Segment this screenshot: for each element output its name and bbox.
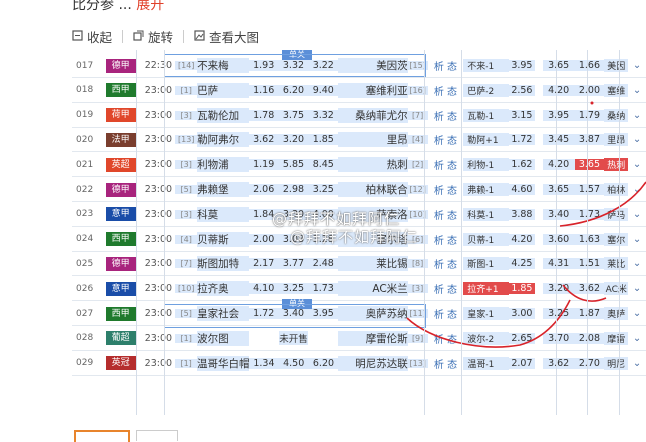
column-divider (556, 50, 557, 415)
column-divider (424, 50, 425, 415)
thumbnail-selected[interactable] (74, 430, 130, 442)
annotation-curve (562, 284, 607, 302)
column-divider (619, 50, 620, 415)
column-divider (587, 50, 588, 415)
annotation-curve (559, 181, 646, 227)
annotation-dot (590, 101, 594, 105)
annotation-curve (406, 299, 571, 348)
column-divider (461, 50, 462, 415)
thumbnail[interactable] (136, 430, 178, 441)
red-annotation-strokes (406, 101, 646, 348)
column-divider (136, 50, 137, 415)
column-divider (164, 50, 165, 415)
